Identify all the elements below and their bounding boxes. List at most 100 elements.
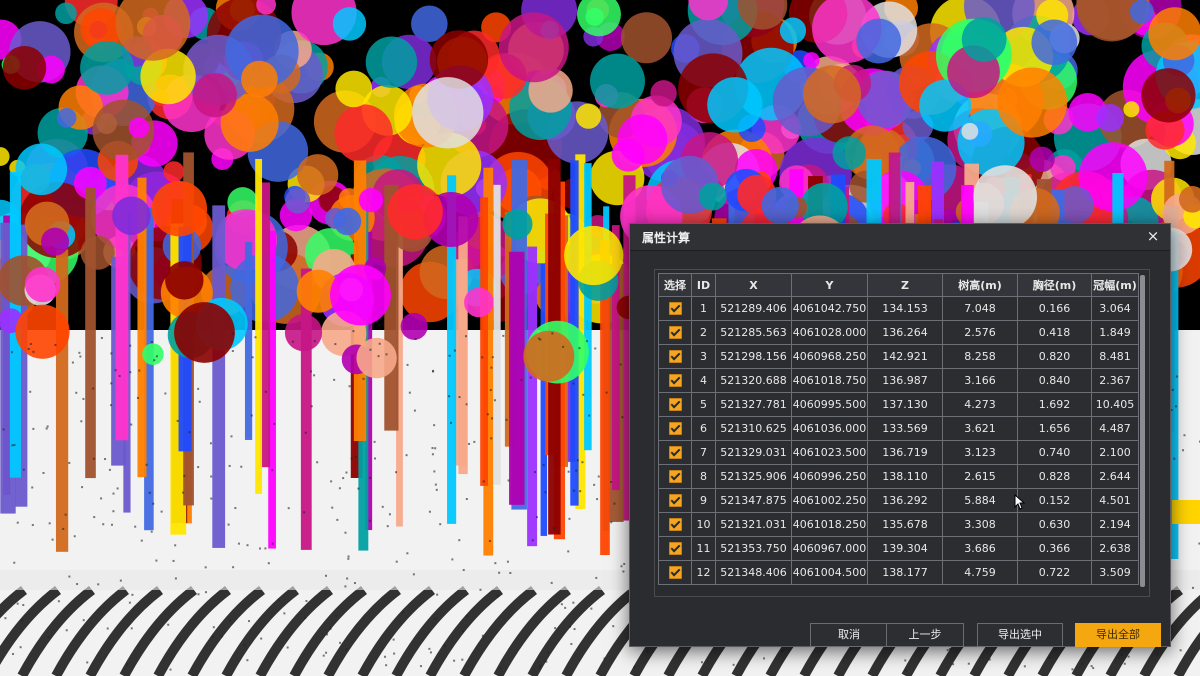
cell-select[interactable]: [658, 560, 692, 585]
table-row[interactable]: 3 521298.156 4060968.250 142.921 8.258 0.820 8…: [658, 344, 1139, 369]
table-row[interactable]: 6 521310.625 4061036.000 133.569 3.621 1.656 4…: [658, 416, 1139, 441]
checkbox-checked-icon[interactable]: [668, 494, 682, 508]
checkbox-checked-icon[interactable]: [668, 374, 682, 388]
cell-x: 521289.406: [715, 296, 792, 321]
cell-z: 136.292: [867, 488, 943, 513]
cell-id: 10: [691, 512, 716, 537]
table-row[interactable]: 4 521320.688 4061018.750 136.987 3.166 0.840 2…: [658, 368, 1139, 393]
cell-crown-width: 3.064: [1091, 296, 1139, 321]
cell-dbh: 0.740: [1017, 440, 1092, 465]
header-crown-width[interactable]: 冠幅(m): [1091, 273, 1139, 297]
cell-dbh: 0.366: [1017, 536, 1092, 561]
cell-dbh: 0.166: [1017, 296, 1092, 321]
table-row[interactable]: 9 521347.875 4061002.250 136.292 5.884 0.152 4…: [658, 488, 1139, 513]
cell-id: 5: [691, 392, 716, 417]
checkbox-checked-icon[interactable]: [668, 446, 682, 460]
table-row[interactable]: 5 521327.781 4060995.500 137.130 4.273 1.692 1…: [658, 392, 1139, 417]
cell-select[interactable]: [658, 416, 692, 441]
checkbox-checked-icon[interactable]: [668, 566, 682, 580]
close-icon[interactable]: ×: [1144, 227, 1162, 245]
cell-x: 521298.156: [715, 344, 792, 369]
export-selected-button[interactable]: 导出选中: [977, 623, 1063, 647]
checkbox-checked-icon[interactable]: [668, 326, 682, 340]
cell-select[interactable]: [658, 392, 692, 417]
cell-select[interactable]: [658, 320, 692, 345]
header-y[interactable]: Y: [791, 273, 868, 297]
cell-crown-width: 10.405: [1091, 392, 1139, 417]
cell-tree-height: 3.621: [942, 416, 1018, 441]
cell-id: 8: [691, 464, 716, 489]
cell-tree-height: 3.123: [942, 440, 1018, 465]
cell-select[interactable]: [658, 488, 692, 513]
table-header-row: 选择 ID X Y Z 树高(m) 胸径(m) 冠幅(m): [658, 273, 1139, 297]
cell-select[interactable]: [658, 464, 692, 489]
cell-z: 134.153: [867, 296, 943, 321]
export-all-button[interactable]: 导出全部: [1075, 623, 1161, 647]
cell-crown-width: 8.481: [1091, 344, 1139, 369]
header-z[interactable]: Z: [867, 273, 943, 297]
previous-step-button[interactable]: 上一步: [886, 623, 964, 647]
cell-id: 1: [691, 296, 716, 321]
cell-dbh: 1.692: [1017, 392, 1092, 417]
cell-dbh: 0.630: [1017, 512, 1092, 537]
cell-id: 2: [691, 320, 716, 345]
cell-z: 135.678: [867, 512, 943, 537]
cell-crown-width: 2.367: [1091, 368, 1139, 393]
cell-tree-height: 2.576: [942, 320, 1018, 345]
checkbox-checked-icon[interactable]: [668, 518, 682, 532]
cell-y: 4060996.250: [791, 464, 868, 489]
cell-y: 4060995.500: [791, 392, 868, 417]
cell-select[interactable]: [658, 512, 692, 537]
table-scrollbar[interactable]: [1139, 273, 1146, 591]
cell-select[interactable]: [658, 368, 692, 393]
cell-crown-width: 4.487: [1091, 416, 1139, 441]
checkbox-checked-icon[interactable]: [668, 398, 682, 412]
attribute-table-container[interactable]: 选择 ID X Y Z 树高(m) 胸径(m) 冠幅(m) 1 521289.40…: [654, 269, 1150, 597]
header-select[interactable]: 选择: [658, 273, 692, 297]
table-row[interactable]: 12 521348.406 4061004.500 138.177 4.759 0.722…: [658, 560, 1139, 585]
cancel-button[interactable]: 取消: [810, 623, 888, 647]
cell-z: 139.304: [867, 536, 943, 561]
cell-tree-height: 4.759: [942, 560, 1018, 585]
checkbox-checked-icon[interactable]: [668, 422, 682, 436]
checkbox-checked-icon[interactable]: [668, 470, 682, 484]
cell-x: 521329.031: [715, 440, 792, 465]
cell-id: 4: [691, 368, 716, 393]
cell-tree-height: 3.308: [942, 512, 1018, 537]
cell-z: 136.987: [867, 368, 943, 393]
cell-x: 521353.750: [715, 536, 792, 561]
checkbox-checked-icon[interactable]: [668, 350, 682, 364]
attribute-calc-dialog: 属性计算 × 选择 ID X Y Z 树高(m) 胸径(m) 冠幅(m) 1 5…: [629, 223, 1171, 647]
cell-z: 138.110: [867, 464, 943, 489]
scrollbar-thumb[interactable]: [1140, 275, 1145, 587]
table-row[interactable]: 1 521289.406 4061042.750 134.153 7.048 0.166 3…: [658, 296, 1139, 321]
cell-id: 9: [691, 488, 716, 513]
cell-z: 137.130: [867, 392, 943, 417]
checkbox-checked-icon[interactable]: [668, 542, 682, 556]
cell-tree-height: 4.273: [942, 392, 1018, 417]
cell-z: 136.719: [867, 440, 943, 465]
cell-y: 4061028.000: [791, 320, 868, 345]
table-row[interactable]: 10 521321.031 4061018.250 135.678 3.308 0.630…: [658, 512, 1139, 537]
mouse-cursor-icon: [1014, 494, 1026, 510]
dialog-titlebar[interactable]: 属性计算 ×: [630, 224, 1170, 251]
cell-select[interactable]: [658, 440, 692, 465]
cell-y: 4061042.750: [791, 296, 868, 321]
header-tree-height[interactable]: 树高(m): [942, 273, 1018, 297]
header-dbh[interactable]: 胸径(m): [1017, 273, 1092, 297]
cell-y: 4061023.500: [791, 440, 868, 465]
cell-select[interactable]: [658, 344, 692, 369]
cell-select[interactable]: [658, 536, 692, 561]
header-x[interactable]: X: [715, 273, 792, 297]
cell-dbh: 0.840: [1017, 368, 1092, 393]
cell-select[interactable]: [658, 296, 692, 321]
header-id[interactable]: ID: [691, 273, 716, 297]
table-row[interactable]: 8 521325.906 4060996.250 138.110 2.615 0.828 2…: [658, 464, 1139, 489]
table-row[interactable]: 7 521329.031 4061023.500 136.719 3.123 0.740 2…: [658, 440, 1139, 465]
table-row[interactable]: 2 521285.563 4061028.000 136.264 2.576 0.418 1…: [658, 320, 1139, 345]
checkbox-checked-icon[interactable]: [668, 302, 682, 316]
cell-y: 4060967.000: [791, 536, 868, 561]
cell-z: 138.177: [867, 560, 943, 585]
table-row[interactable]: 11 521353.750 4060967.000 139.304 3.686 0.366…: [658, 536, 1139, 561]
cell-z: 142.921: [867, 344, 943, 369]
